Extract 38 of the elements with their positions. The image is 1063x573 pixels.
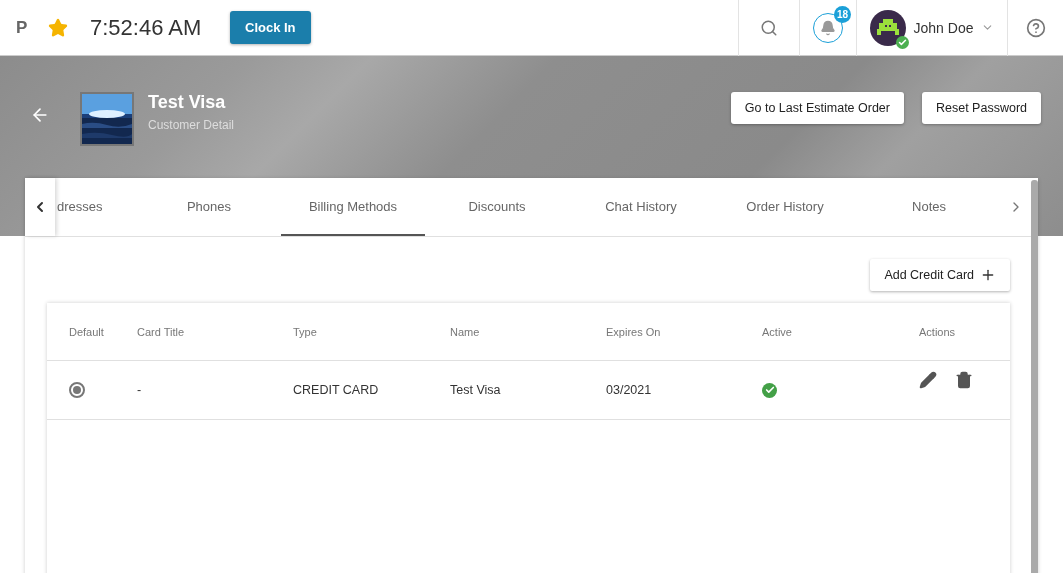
column-header: Active [762, 325, 793, 338]
tab[interactable]: dresses [55, 178, 137, 236]
column-header: Default [69, 325, 105, 338]
tab[interactable]: Chat History [569, 178, 713, 236]
bell-icon [820, 19, 836, 36]
clock-in-button[interactable]: Clock In [230, 11, 311, 44]
column-header: Card Title [137, 325, 186, 338]
delete-icon[interactable] [955, 371, 973, 389]
plus-icon [980, 267, 996, 283]
table-cell-text: Test Visa [450, 383, 502, 397]
search-icon[interactable] [760, 18, 778, 37]
column-header: Type [293, 325, 318, 338]
scrollbar[interactable] [1031, 180, 1038, 573]
clock-time: 7:52:46 AM [90, 14, 203, 41]
column-header: Name [450, 325, 481, 338]
header-button[interactable]: Reset Password [922, 92, 1041, 124]
help-icon[interactable] [1025, 17, 1046, 38]
column-header: Actions [919, 325, 957, 338]
default-radio[interactable] [69, 382, 85, 398]
customer-name: Test Visa [148, 92, 227, 113]
header-button[interactable]: Go to Last Estimate Order [730, 92, 904, 124]
notification-count: 18 [834, 5, 851, 23]
page-subtitle: Customer Detail [148, 118, 235, 132]
tab[interactable]: Discounts [425, 178, 569, 236]
table-cell-text: 03/2021 [606, 383, 653, 397]
user-name[interactable]: John Doe [913, 19, 974, 36]
edit-icon[interactable] [919, 371, 937, 389]
column-header: Expires On [606, 325, 662, 338]
star-icon[interactable] [48, 17, 68, 38]
add-credit-card-button[interactable]: Add Credit Card [870, 259, 1010, 291]
tab[interactable]: Phones [137, 178, 281, 236]
tab[interactable]: Notes [857, 178, 1001, 236]
tab[interactable]: Order History [713, 178, 857, 236]
brand-letter: P [16, 17, 29, 38]
user-avatar[interactable] [869, 9, 906, 46]
tab[interactable]: Billing Methods [281, 178, 425, 236]
table-cell-text: CREDIT CARD [293, 383, 380, 397]
table-cell-text: - [137, 383, 143, 397]
